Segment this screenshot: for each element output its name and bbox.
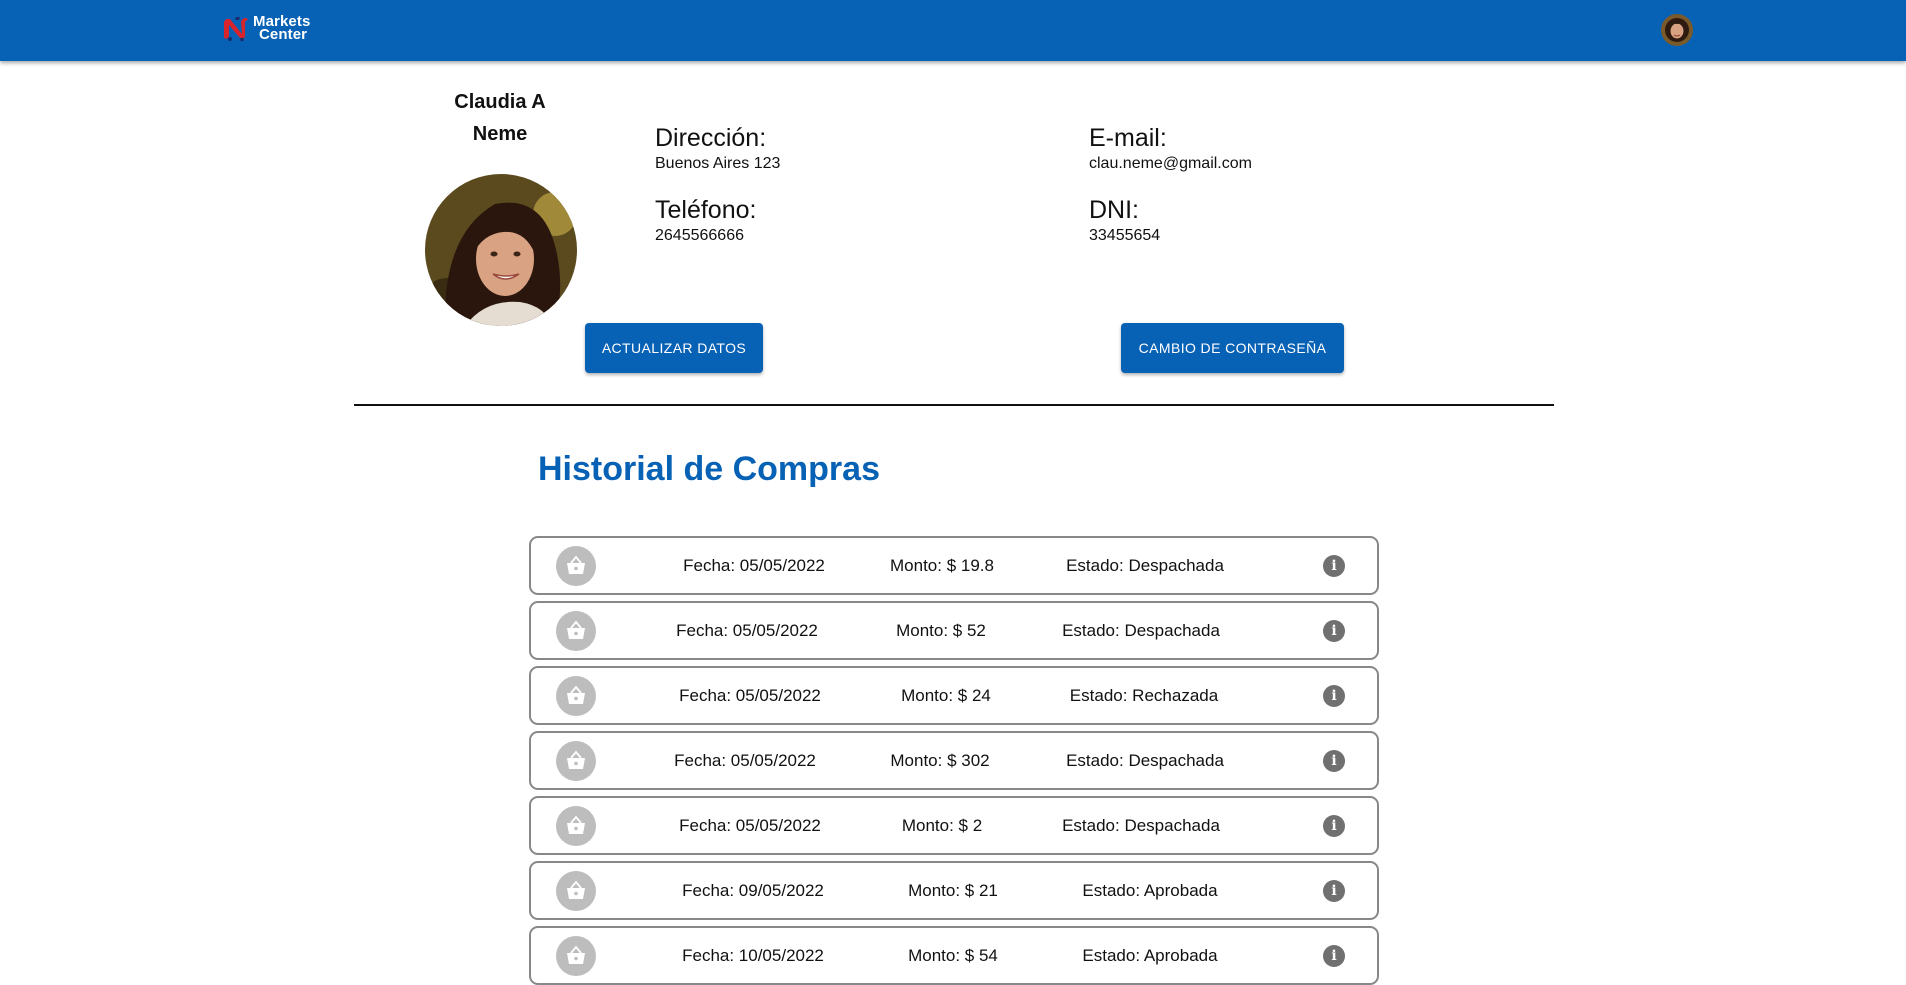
purchase-status: Estado: Aprobada [1082,881,1218,900]
profile-photo [425,174,577,326]
basket-icon[interactable] [556,546,596,586]
purchase-history-title: Historial de Compras [538,450,880,488]
user-full-name: Claudia A Neme [420,86,580,150]
purchase-row: Fecha: 09/05/2022 Monto: $ 21 Estado: Ap… [529,861,1379,920]
purchase-row: Fecha: 05/05/2022 Monto: $ 302 Estado: D… [529,731,1379,790]
email-value: clau.neme@gmail.com [1089,155,1252,172]
purchase-status: Estado: Despachada [1066,751,1224,770]
info-icon[interactable]: i [1323,945,1345,967]
user-name-line1: Claudia A [454,91,546,113]
section-divider [354,404,1554,406]
basket-icon[interactable] [556,676,596,716]
purchase-row: Fecha: 05/05/2022 Monto: $ 19.8 Estado: … [529,536,1379,595]
app-bar: Markets Center [0,0,1906,61]
email-block: E-mail: clau.neme@gmail.com [1089,123,1252,174]
purchase-row: Fecha: 10/05/2022 Monto: $ 54 Estado: Ap… [529,926,1379,985]
info-icon[interactable]: i [1323,815,1345,837]
purchase-status: Estado: Aprobada [1082,946,1218,965]
info-icon[interactable]: i [1323,620,1345,642]
phone-value: 2645566666 [655,227,744,244]
address-value: Buenos Aires 123 [655,155,781,172]
purchase-status: Estado: Rechazada [1069,686,1219,705]
user-avatar-icon[interactable] [1661,14,1693,46]
basket-icon[interactable] [556,936,596,976]
purchase-row: Fecha: 05/05/2022 Monto: $ 24 Estado: Re… [529,666,1379,725]
brand-line2: Center [259,26,308,43]
info-icon[interactable]: i [1323,750,1345,772]
purchase-date: Fecha: 09/05/2022 [682,881,824,900]
basket-icon[interactable] [556,741,596,781]
basket-icon[interactable] [556,806,596,846]
address-block: Dirección: Buenos Aires 123 [655,123,780,174]
purchase-amount: Monto: $ 24 [901,686,991,705]
address-label: Dirección: [655,124,767,152]
purchase-row: Fecha: 05/05/2022 Monto: $ 2 Estado: Des… [529,796,1379,855]
info-icon[interactable]: i [1323,685,1345,707]
purchase-date: Fecha: 10/05/2022 [682,946,824,965]
brand-name: Markets Center [253,14,310,43]
dni-label: DNI: [1089,196,1139,224]
info-icon[interactable]: i [1323,555,1345,577]
purchase-amount: Monto: $ 21 [908,881,998,900]
phone-label: Teléfono: [655,196,757,224]
dni-value: 33455654 [1089,227,1161,244]
basket-icon[interactable] [556,611,596,651]
update-data-button[interactable]: ACTUALIZAR DATOS [585,323,763,373]
purchase-status: Estado: Despachada [1062,816,1220,835]
purchase-date: Fecha: 05/05/2022 [676,621,818,640]
purchase-status: Estado: Despachada [1066,556,1224,575]
change-password-button[interactable]: CAMBIO DE CONTRASEÑA [1121,323,1344,373]
phone-block: Teléfono: 2645566666 [655,195,756,246]
purchase-date: Fecha: 05/05/2022 [674,751,816,770]
user-name-line2: Neme [472,123,528,145]
purchase-date: Fecha: 05/05/2022 [679,816,821,835]
email-label: E-mail: [1089,124,1167,152]
purchase-date: Fecha: 05/05/2022 [683,556,825,575]
markets-center-logo-icon [222,14,250,42]
dni-block: DNI: 33455654 [1089,195,1160,246]
basket-icon[interactable] [556,871,596,911]
purchase-row: Fecha: 05/05/2022 Monto: $ 52 Estado: De… [529,601,1379,660]
purchase-amount: Monto: $ 19.8 [890,556,994,575]
purchase-amount: Monto: $ 302 [890,751,990,770]
purchase-amount: Monto: $ 2 [901,816,983,835]
info-icon[interactable]: i [1323,880,1345,902]
purchase-status: Estado: Despachada [1062,621,1220,640]
purchase-amount: Monto: $ 52 [896,621,986,640]
brand-logo[interactable]: Markets Center [222,13,310,43]
purchase-amount: Monto: $ 54 [908,946,998,965]
purchase-date: Fecha: 05/05/2022 [679,686,821,705]
